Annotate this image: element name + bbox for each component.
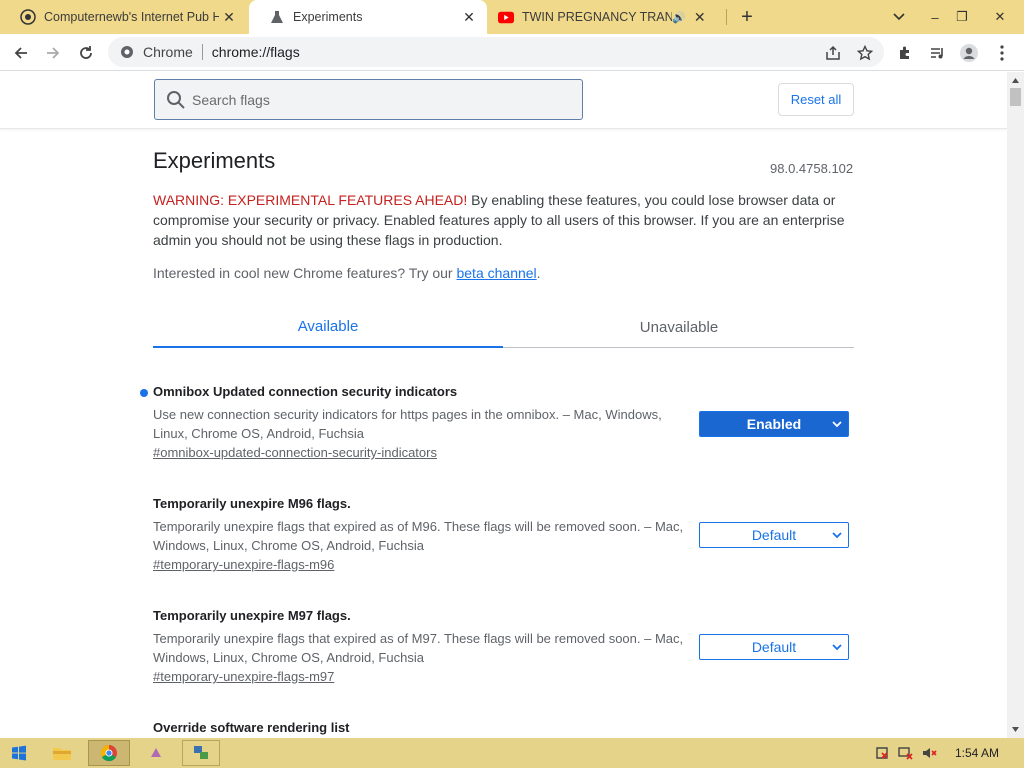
- flag-description: Use new connection security indicators f…: [153, 407, 662, 441]
- flag-state-value: Default: [751, 527, 797, 543]
- tab-unavailable[interactable]: Unavailable: [504, 306, 854, 348]
- chevron-down-icon: [832, 644, 842, 651]
- flag-state-select[interactable]: Enabled: [699, 411, 849, 437]
- app-taskbar-icon[interactable]: [142, 740, 170, 766]
- chevron-down-icon: [832, 532, 842, 539]
- chevron-down-icon: [832, 421, 842, 428]
- beta-promo-text: Interested in cool new Chrome features? …: [153, 265, 457, 281]
- flag-name: Temporarily unexpire M96 flags.: [153, 496, 351, 511]
- windows-logo-icon: [12, 745, 26, 761]
- warning-prefix: WARNING: EXPERIMENTAL FEATURES AHEAD!: [153, 192, 468, 208]
- flag-anchor-link[interactable]: #temporary-unexpire-flags-m97: [153, 669, 334, 684]
- bookmark-star-icon[interactable]: [852, 40, 878, 66]
- extensions-icon[interactable]: [892, 40, 918, 66]
- forward-button[interactable]: [40, 40, 66, 66]
- beta-channel-link[interactable]: beta channel: [456, 265, 536, 281]
- flag-description: Temporarily unexpire flags that expired …: [153, 631, 684, 665]
- reload-button[interactable]: [73, 40, 99, 66]
- beta-promo-end: .: [536, 265, 541, 281]
- flag-tabs: Available Unavailable: [153, 306, 854, 348]
- speaker-icon[interactable]: 🔊: [672, 11, 686, 24]
- flag-state-select[interactable]: Default: [699, 634, 849, 660]
- tab-computernewb[interactable]: Computernewb's Internet Pub H ✕: [0, 0, 247, 34]
- omnibox[interactable]: Chrome chrome://flags: [108, 37, 884, 67]
- chrome-logo-icon: [121, 46, 133, 58]
- scrollbar-thumb[interactable]: [1010, 88, 1021, 106]
- warning-message: WARNING: EXPERIMENTAL FEATURES AHEAD! By…: [153, 190, 853, 250]
- close-window-button[interactable]: ✕: [983, 0, 1017, 34]
- share-icon[interactable]: [820, 40, 846, 66]
- taskbar-clock[interactable]: 1:54 AM: [955, 746, 999, 760]
- tab-strip: Computernewb's Internet Pub H ✕ Experime…: [0, 0, 1024, 34]
- beta-promo: Interested in cool new Chrome features? …: [153, 265, 541, 281]
- close-tab-icon[interactable]: ✕: [219, 7, 239, 27]
- windows-taskbar: 1:54 AM: [0, 738, 1024, 768]
- page-scrollbar[interactable]: [1007, 72, 1024, 738]
- page-title: Experiments: [153, 148, 276, 173]
- flag-state-value: Enabled: [746, 416, 802, 432]
- youtube-icon: [498, 9, 514, 25]
- tab-experiments[interactable]: Experiments ✕: [249, 0, 487, 34]
- flag-description: Temporarily unexpire flags that expired …: [153, 519, 684, 553]
- scroll-up-arrow-icon[interactable]: [1011, 76, 1020, 85]
- search-header: Reset all: [0, 72, 1007, 129]
- flag-anchor-link[interactable]: #omnibox-updated-connection-security-ind…: [153, 445, 437, 460]
- flag-name: Omnibox Updated connection security indi…: [153, 384, 458, 399]
- menu-kebab-icon[interactable]: [989, 40, 1015, 66]
- network-status-icon[interactable]: [896, 740, 916, 766]
- close-tab-icon[interactable]: ✕: [690, 7, 710, 27]
- media-controls-icon[interactable]: [924, 40, 950, 66]
- tab-search-icon[interactable]: [882, 0, 916, 34]
- search-box[interactable]: [154, 79, 583, 120]
- flag-state-select[interactable]: Default: [699, 522, 849, 548]
- profile-avatar-icon[interactable]: [956, 40, 982, 66]
- scroll-down-arrow-icon[interactable]: [1011, 725, 1020, 734]
- reset-all-button[interactable]: Reset all: [778, 83, 854, 116]
- restore-button[interactable]: ❐: [945, 0, 979, 34]
- action-center-icon[interactable]: [872, 740, 892, 766]
- tab-title: Experiments: [293, 10, 363, 24]
- flag-item: Override software rendering list: [153, 720, 854, 738]
- modified-indicator-icon: [140, 389, 148, 397]
- flag-item: Temporarily unexpire M96 flags. Temporar…: [153, 496, 854, 576]
- flag-name: Override software rendering list: [153, 720, 350, 735]
- network-app-taskbar-icon[interactable]: [182, 740, 220, 766]
- omnibox-url[interactable]: chrome://flags: [212, 44, 300, 60]
- flag-item: Omnibox Updated connection security indi…: [140, 384, 854, 464]
- flask-icon: [269, 9, 285, 25]
- tab-title: TWIN PREGNANCY TRANSFU: [522, 10, 672, 24]
- flags-page: Reset all Experiments 98.0.4758.102 WARN…: [0, 72, 1007, 738]
- omnibox-chip-label: Chrome: [143, 44, 193, 60]
- close-tab-icon[interactable]: ✕: [459, 7, 479, 27]
- tab-title: Computernewb's Internet Pub H: [44, 10, 219, 24]
- file-explorer-icon[interactable]: [48, 740, 76, 766]
- pub-favicon-icon: [20, 9, 36, 25]
- omnibox-divider: [201, 44, 203, 60]
- back-button[interactable]: [8, 40, 34, 66]
- chrome-chip[interactable]: Chrome: [120, 44, 193, 60]
- chrome-taskbar-icon[interactable]: [88, 740, 130, 766]
- toolbar: Chrome chrome://flags: [0, 34, 1024, 71]
- tab-available[interactable]: Available: [153, 306, 503, 348]
- search-icon: [167, 90, 185, 109]
- tab-youtube[interactable]: TWIN PREGNANCY TRANSFU 🔊 ✕: [490, 0, 726, 34]
- search-flags-input[interactable]: [192, 91, 552, 108]
- start-button[interactable]: [6, 740, 32, 766]
- volume-muted-icon[interactable]: [920, 740, 940, 766]
- tab-separator: [726, 9, 727, 25]
- flag-anchor-link[interactable]: #temporary-unexpire-flags-m96: [153, 557, 334, 572]
- flag-item: Temporarily unexpire M97 flags. Temporar…: [153, 608, 854, 688]
- new-tab-button[interactable]: +: [736, 6, 758, 28]
- flag-state-value: Default: [751, 639, 797, 655]
- version-label: 98.0.4758.102: [770, 161, 854, 176]
- flag-name: Temporarily unexpire M97 flags.: [153, 608, 351, 623]
